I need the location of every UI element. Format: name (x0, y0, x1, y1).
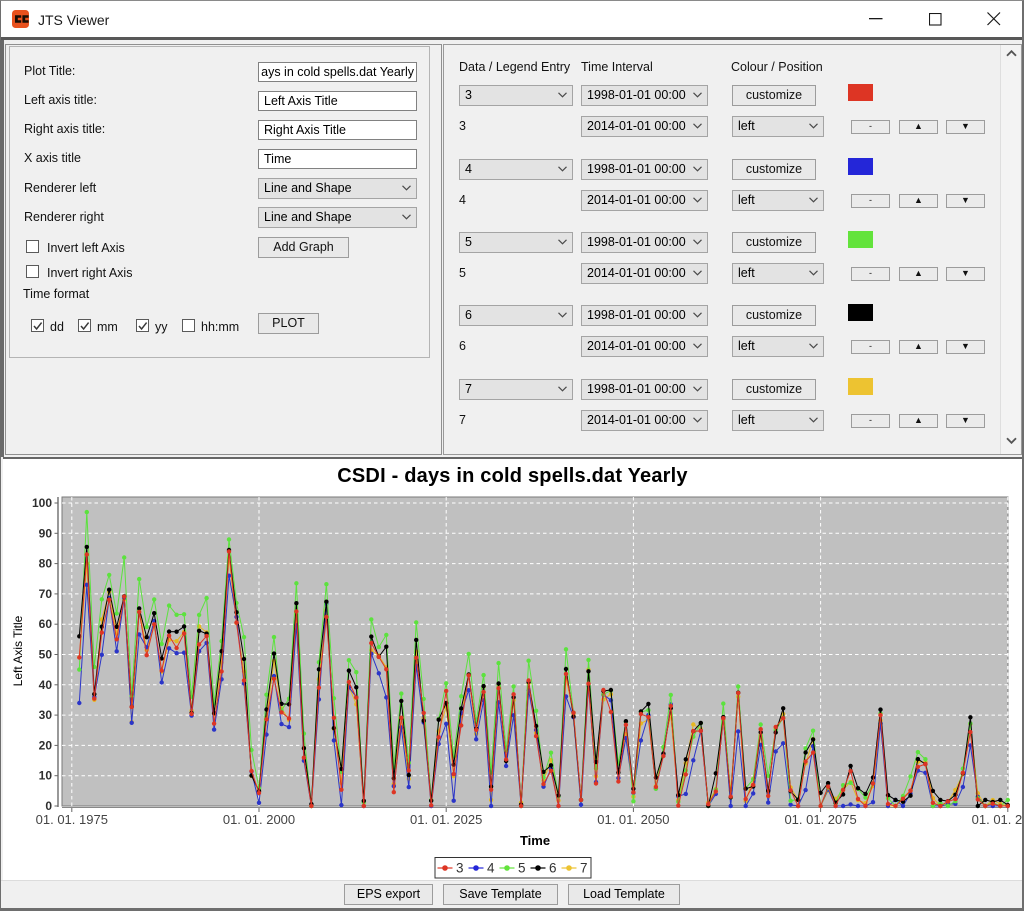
svg-text:6: 6 (549, 861, 557, 876)
svg-text:5: 5 (518, 861, 526, 876)
svg-text:4: 4 (487, 861, 495, 876)
svg-text:3: 3 (456, 861, 464, 876)
svg-text:7: 7 (580, 861, 588, 876)
